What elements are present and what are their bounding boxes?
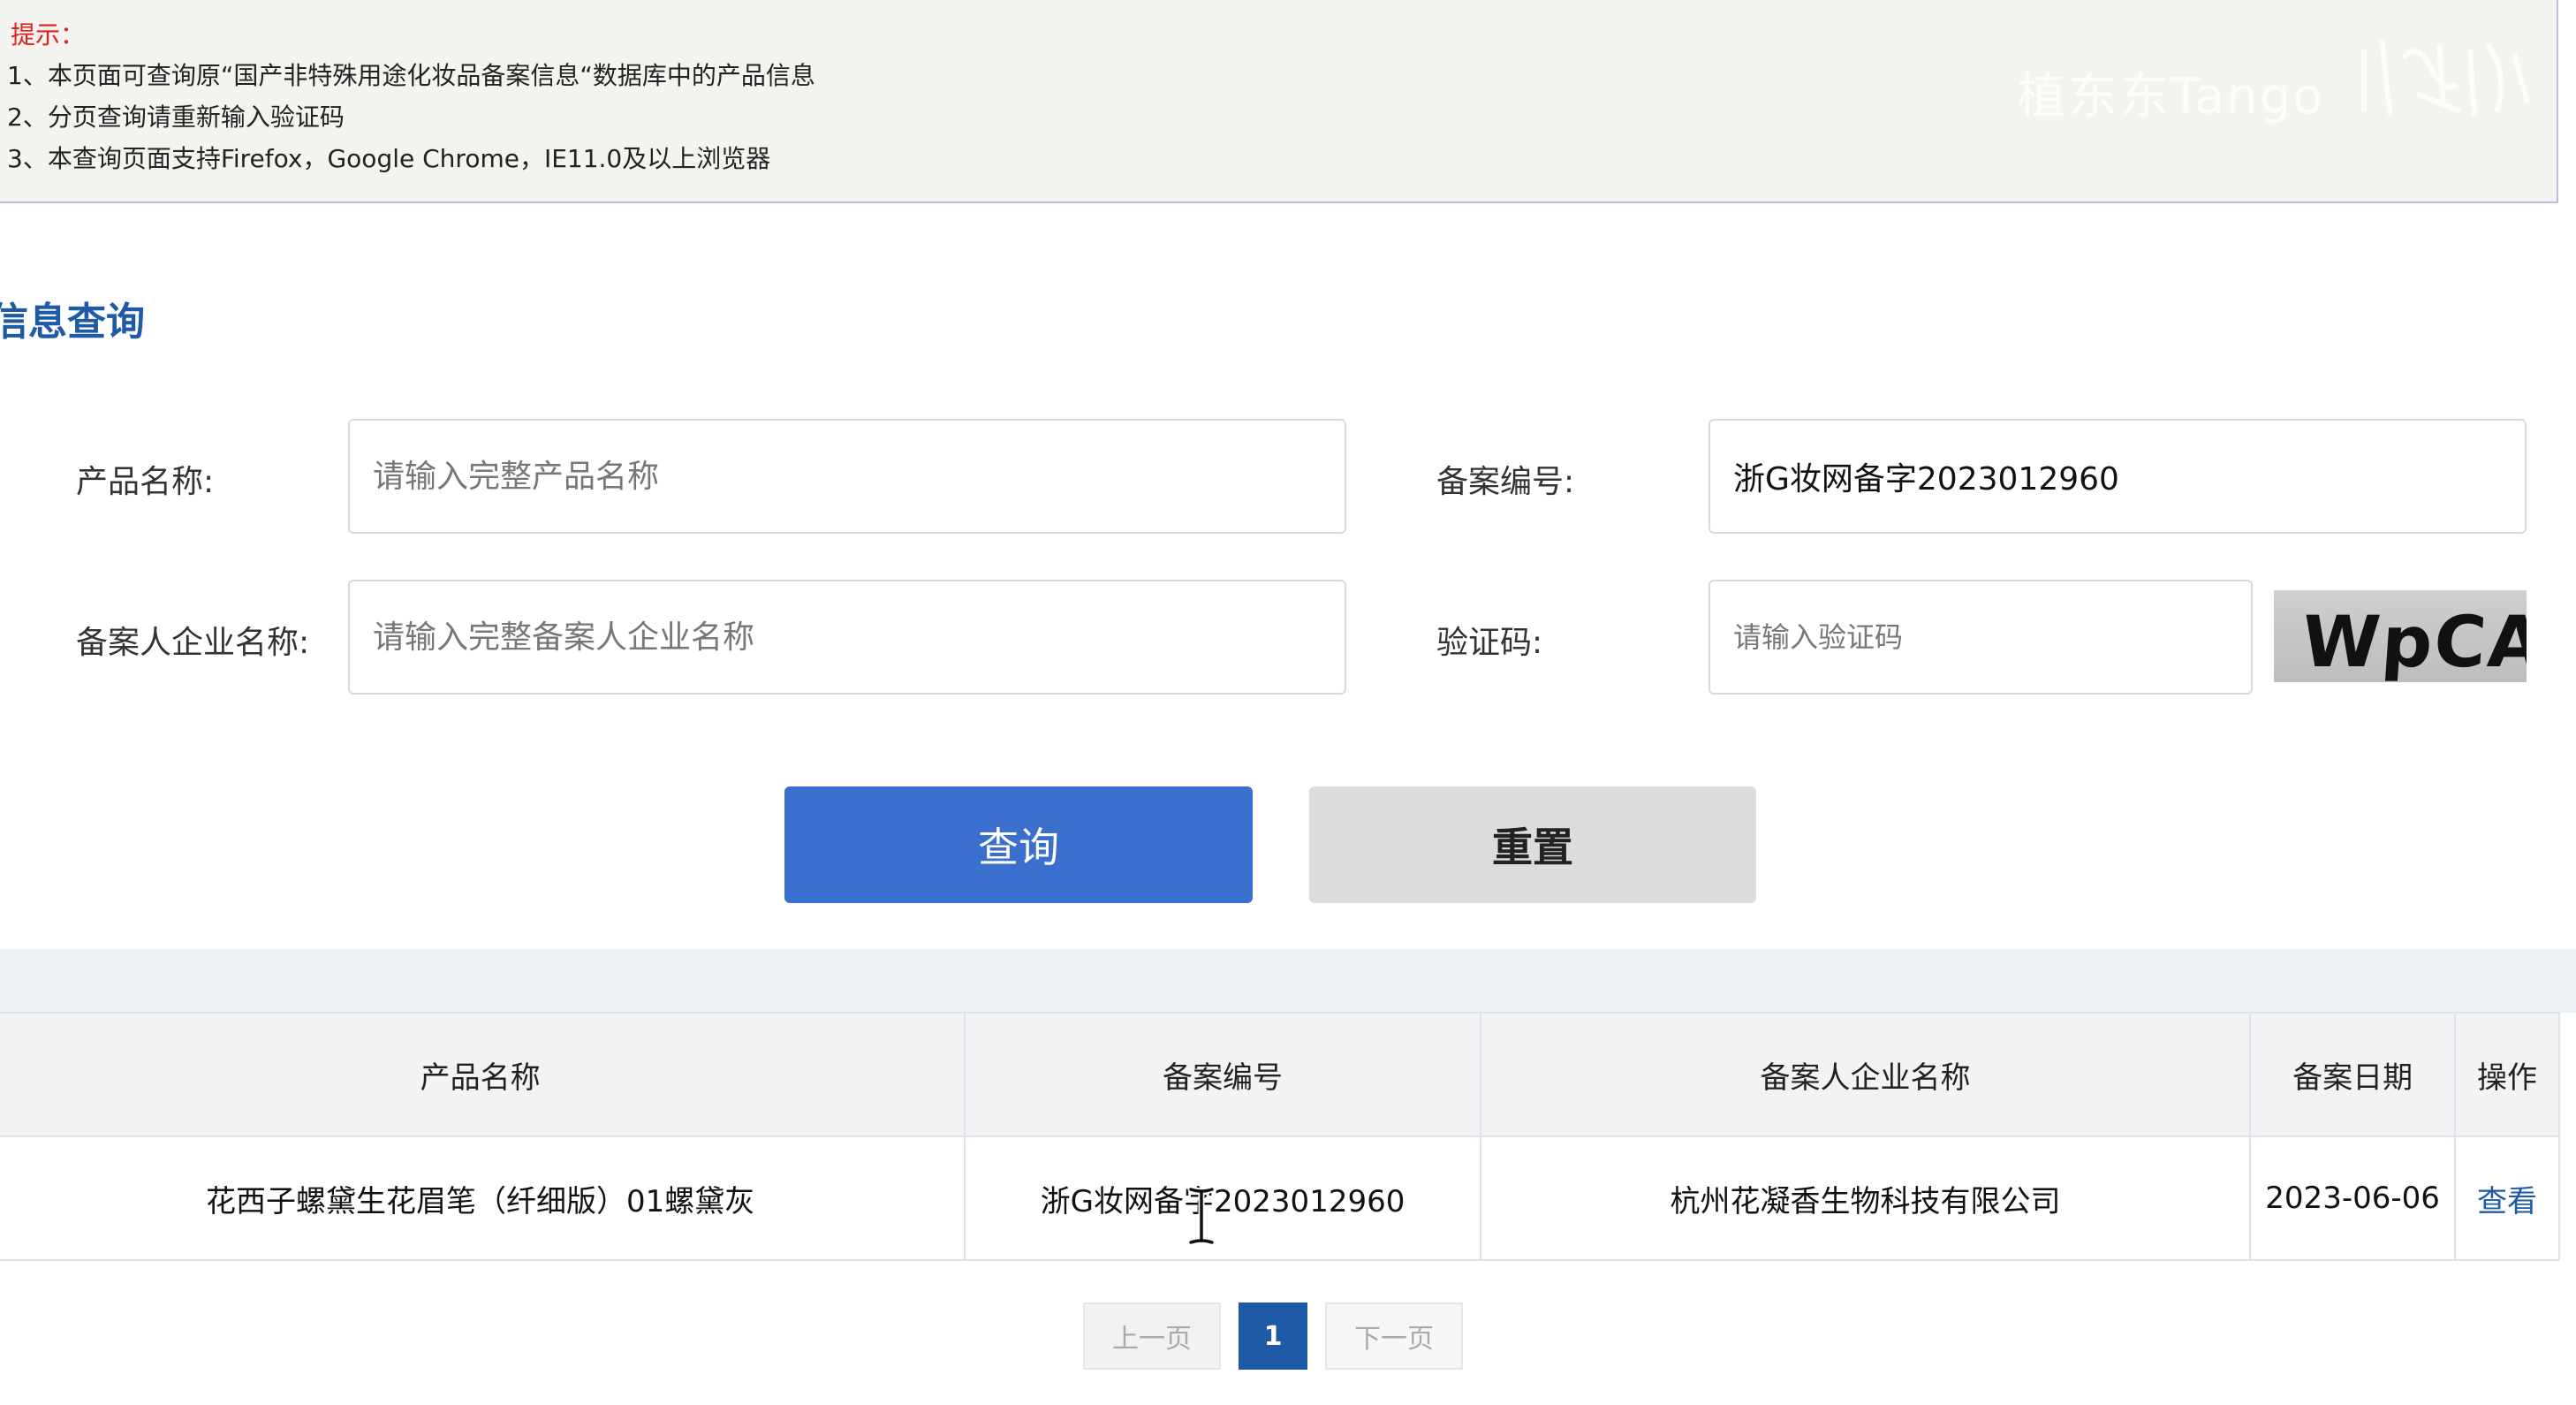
text-cursor-icon [1187,1186,1216,1246]
table-row: 花西子螺黛生花眉笔（纤细版）01螺黛灰 浙G妆网备字2023012960 杭州花… [0,1135,2560,1261]
notice-line-2: 2、分页查询请重新输入验证码 [7,103,345,132]
company-field[interactable] [348,580,1346,695]
header-product-name: 产品名称 [0,1012,966,1137]
watermark-logo-icon [2361,40,2530,117]
notice-panel: 提示： 1、本页面可查询原“国产非特殊用途化妆品备案信息“数据库中的产品信息 2… [0,0,2558,203]
company-label: 备案人企业名称: [76,625,310,661]
captcha-image[interactable]: WpCA [2274,590,2527,682]
cell-company: 杭州花凝香生物科技有限公司 [1479,1135,2252,1261]
notice-title: 提示： [11,20,86,49]
results-table: 产品名称 备案编号 备案人企业名称 备案日期 操作 花西子螺黛生花眉笔（纤细版）… [0,1012,2560,1261]
next-page-button[interactable]: 下一页 [1325,1302,1463,1370]
section-title: 信息查询 [0,300,145,345]
notice-line-3: 3、本查询页面支持Firefox，Google Chrome，IE11.0及以上… [7,144,771,173]
cell-record-no: 浙G妆网备字2023012960 [964,1135,1481,1261]
record-no-label: 备案编号: [1436,464,1575,500]
cell-action: 查看 [2454,1135,2560,1261]
record-no-field[interactable] [1708,419,2527,534]
view-link[interactable]: 查看 [2477,1184,2537,1219]
product-name-input[interactable] [350,421,1345,532]
captcha-image-text: WpCA [2299,601,2527,682]
header-date: 备案日期 [2249,1012,2457,1137]
cell-date: 2023-06-06 [2249,1135,2457,1261]
section-divider-band [0,949,2576,1013]
header-record-no: 备案编号 [964,1012,1481,1137]
watermark-text: 植东东Tango [2017,68,2325,125]
captcha-input[interactable] [1710,581,2251,693]
page-number-1[interactable]: 1 [1239,1302,1307,1370]
table-header-row: 产品名称 备案编号 备案人企业名称 备案日期 操作 [0,1012,2560,1137]
header-action: 操作 [2454,1012,2560,1137]
captcha-label: 验证码: [1436,625,1543,661]
company-input[interactable] [350,581,1345,693]
prev-page-button[interactable]: 上一页 [1083,1302,1221,1370]
captcha-field[interactable] [1708,580,2253,695]
record-no-input[interactable] [1710,421,2525,532]
product-name-field[interactable] [348,419,1346,534]
header-company: 备案人企业名称 [1479,1012,2252,1137]
cell-product-name: 花西子螺黛生花眉笔（纤细版）01螺黛灰 [0,1135,966,1261]
product-name-label: 产品名称: [76,464,215,500]
notice-line-1: 1、本页面可查询原“国产非特殊用途化妆品备案信息“数据库中的产品信息 [7,61,815,90]
reset-button[interactable]: 重置 [1309,786,1756,903]
query-button[interactable]: 查询 [784,786,1253,903]
